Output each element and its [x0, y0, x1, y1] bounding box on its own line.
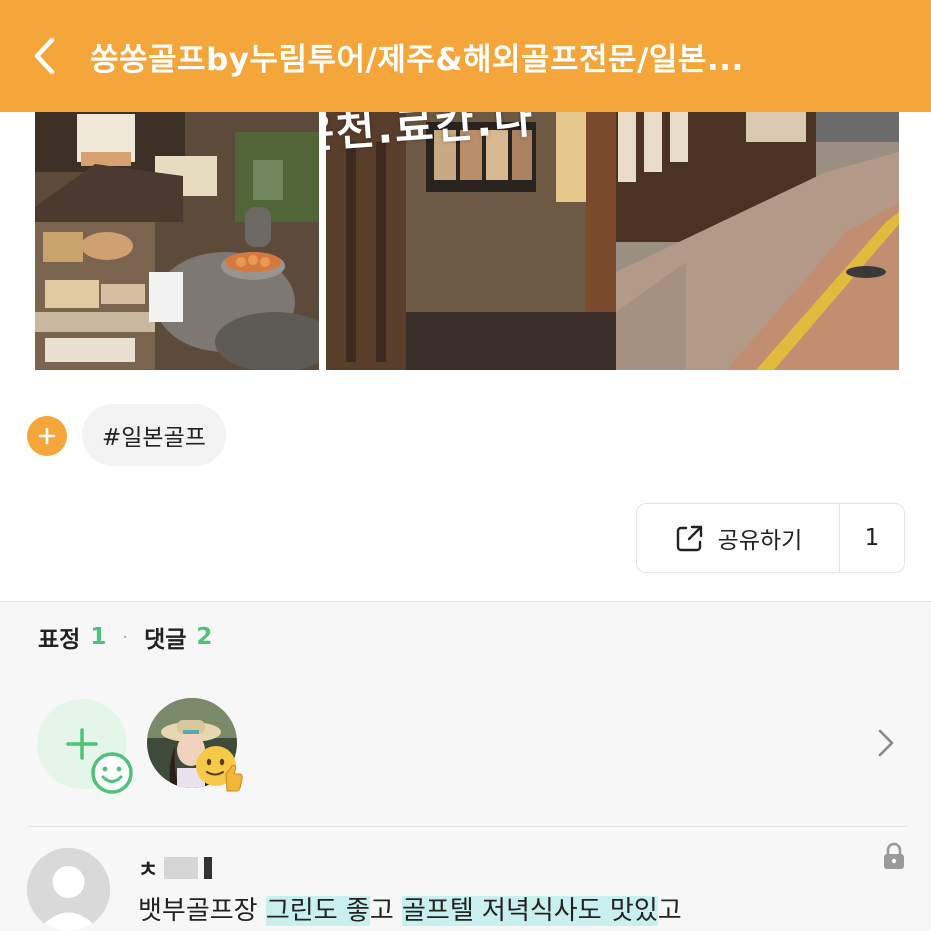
- add-reaction-button[interactable]: [37, 699, 133, 794]
- share-box: 공유하기 1: [636, 503, 905, 573]
- add-tag-button[interactable]: [27, 416, 67, 456]
- chevron-right-icon[interactable]: [870, 726, 900, 760]
- comment-text-segment: 고: [369, 896, 403, 926]
- comment-avatar[interactable]: [27, 848, 110, 931]
- post-photos: 골프.온천.료칸.나: [35, 112, 899, 370]
- share-count: 1: [864, 525, 880, 551]
- comment-text-segment: 뱃부골프장: [138, 896, 266, 926]
- page-title: 쏭쏭골프by누림투어/제주&해외골프전문/일본...: [90, 41, 744, 78]
- comment-text-highlight: 그린도 좋: [265, 896, 370, 926]
- reactions-count: 1: [90, 624, 107, 650]
- add-emoji-icon: [66, 728, 133, 794]
- plus-icon: [38, 427, 56, 445]
- back-button[interactable]: [0, 0, 90, 112]
- post-stats: 표정 1 · 댓글 2: [38, 620, 212, 654]
- reactions-label: 표정: [38, 627, 81, 653]
- stats-separator: ·: [122, 626, 129, 648]
- comment-text: 뱃부골프장 그린도 좋고 골프텔 저녁식사도 맛있고: [138, 890, 682, 927]
- comment-text-highlight: 식사도 맛있: [529, 896, 658, 926]
- comments-count: 2: [196, 624, 213, 650]
- tag-chip[interactable]: #일본골프: [82, 404, 226, 466]
- share-button[interactable]: 공유하기: [637, 504, 839, 572]
- comment-author-initial: ㅊ: [138, 858, 159, 883]
- share-icon: [676, 525, 702, 552]
- comment-text-highlight: 골프텔 저녁: [402, 896, 530, 926]
- post-photo-street[interactable]: 골프.온천.료칸.나: [326, 112, 899, 370]
- redacted-name-end: [204, 857, 213, 879]
- thumbs-up-emoji-icon: [196, 746, 243, 792]
- chevron-left-icon: [34, 37, 55, 75]
- comments-label: 댓글: [144, 627, 187, 653]
- comment-author[interactable]: ㅊ: [138, 852, 213, 884]
- redacted-name: [164, 857, 199, 879]
- comment-divider: [27, 826, 907, 827]
- lock-icon: [884, 842, 904, 869]
- app-header: 쏭쏭골프by누림투어/제주&해외골프전문/일본...: [0, 0, 931, 112]
- comment-text-segment: 고: [657, 896, 682, 926]
- post-photo-onsen-eggs[interactable]: [35, 112, 319, 370]
- share-label: 공유하기: [717, 528, 803, 554]
